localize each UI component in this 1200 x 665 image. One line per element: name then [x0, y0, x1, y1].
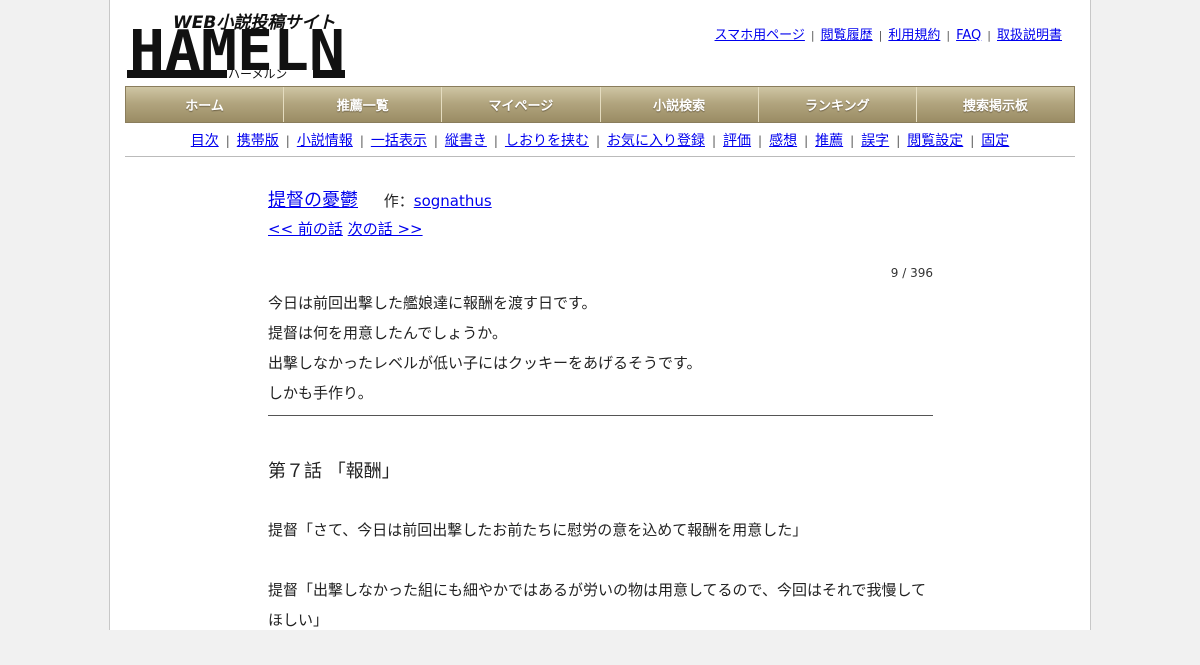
link-novel-info[interactable]: 小説情報 — [297, 133, 353, 149]
prev-chapter-link[interactable]: << 前の話 — [268, 220, 343, 238]
link-mobile[interactable]: 携帯版 — [237, 133, 279, 149]
link-vertical[interactable]: 縦書き — [445, 133, 487, 149]
preface-divider — [268, 415, 933, 416]
novel-header: 提督の憂鬱 作：sognathus — [268, 186, 492, 212]
novel-toolbar: 目次 | 携帯版 | 小説情報 | 一括表示 | 縦書き | しおりを挟む | お気に入り登録 | 評価 | 感… — [190, 133, 1010, 149]
link-show-all[interactable]: 一括表示 — [371, 133, 427, 149]
chapter-counter: 9 / 396 — [890, 266, 933, 280]
top-links: スマホ用ページ | 閲覧履歴 | 利用規約 | FAQ | 取扱説明書 — [714, 28, 1062, 43]
top-link-history[interactable]: 閲覧履歴 — [821, 28, 873, 43]
divider — [125, 156, 1075, 157]
site-logo[interactable]: WEB小説投稿サイト HAMELN ハーメルン — [127, 10, 345, 84]
chapter-nav: << 前の話 次の話 >> — [268, 218, 423, 239]
author-prefix: 作： — [383, 192, 414, 210]
link-recommend[interactable]: 推薦 — [815, 133, 843, 149]
main-nav: ホーム 推薦一覧 マイページ 小説検索 ランキング 捜索掲示板 — [125, 86, 1075, 123]
link-view-settings[interactable]: 閲覧設定 — [907, 133, 963, 149]
nav-search-board[interactable]: 捜索掲示板 — [917, 87, 1074, 122]
nav-ranking[interactable]: ランキング — [759, 87, 917, 122]
nav-recommendations[interactable]: 推薦一覧 — [284, 87, 443, 122]
author-line: 作：sognathus — [384, 192, 492, 210]
top-link-faq[interactable]: FAQ — [956, 28, 981, 43]
preface-line: 出撃しなかったレベルが低い子にはクッキーをあげるそうです。 — [268, 354, 702, 372]
link-toc[interactable]: 目次 — [191, 133, 219, 149]
body-paragraph: 提督「さて、今日は前回出撃したお前たちに慰労の意を込めて報酬を用意した」 — [268, 521, 808, 539]
nav-mypage[interactable]: マイページ — [442, 87, 601, 122]
preface-line: 今日は前回出撃した艦娘達に報酬を渡す日です。 — [268, 294, 597, 312]
body-paragraph: 提督「出撃しなかった組にも細やかではあるが労いの物は用意してるので、今回はそれで… — [268, 581, 927, 629]
preface-line: しかも手作り。 — [268, 384, 373, 402]
link-review[interactable]: 感想 — [769, 133, 797, 149]
nav-novel-search[interactable]: 小説検索 — [601, 87, 759, 122]
link-pin[interactable]: 固定 — [981, 133, 1009, 149]
page-container: WEB小説投稿サイト HAMELN ハーメルン スマホ用ページ | 閲覧履歴 | 利用規… — [109, 0, 1091, 630]
hameln-logo-icon: WEB小説投稿サイト HAMELN ハーメルン — [127, 13, 345, 84]
author-link[interactable]: sognathus — [414, 192, 492, 210]
svg-text:ハーメルン: ハーメルン — [228, 67, 287, 80]
chapter-preface: 今日は前回出撃した艦娘達に報酬を渡す日です。 提督は何を用意したんでしょうか。 … — [268, 288, 933, 408]
link-typo[interactable]: 誤字 — [861, 133, 889, 149]
next-chapter-link[interactable]: 次の話 >> — [348, 220, 423, 238]
link-rating[interactable]: 評価 — [723, 133, 751, 149]
link-favorite[interactable]: お気に入り登録 — [607, 133, 705, 149]
nav-home[interactable]: ホーム — [126, 87, 285, 122]
chapter-title: 第７話 「報酬」 — [268, 461, 400, 482]
top-link-manual[interactable]: 取扱説明書 — [997, 28, 1062, 43]
top-link-terms[interactable]: 利用規約 — [888, 28, 940, 43]
novel-title[interactable]: 提督の憂鬱 — [268, 190, 358, 211]
link-bookmark[interactable]: しおりを挟む — [505, 133, 589, 149]
top-link-smartphone[interactable]: スマホ用ページ — [715, 28, 805, 43]
chapter-body: 提督「さて、今日は前回出撃したお前たちに慰労の意を込めて報酬を用意した」 提督「… — [268, 515, 933, 665]
preface-line: 提督は何を用意したんでしょうか。 — [268, 324, 507, 342]
